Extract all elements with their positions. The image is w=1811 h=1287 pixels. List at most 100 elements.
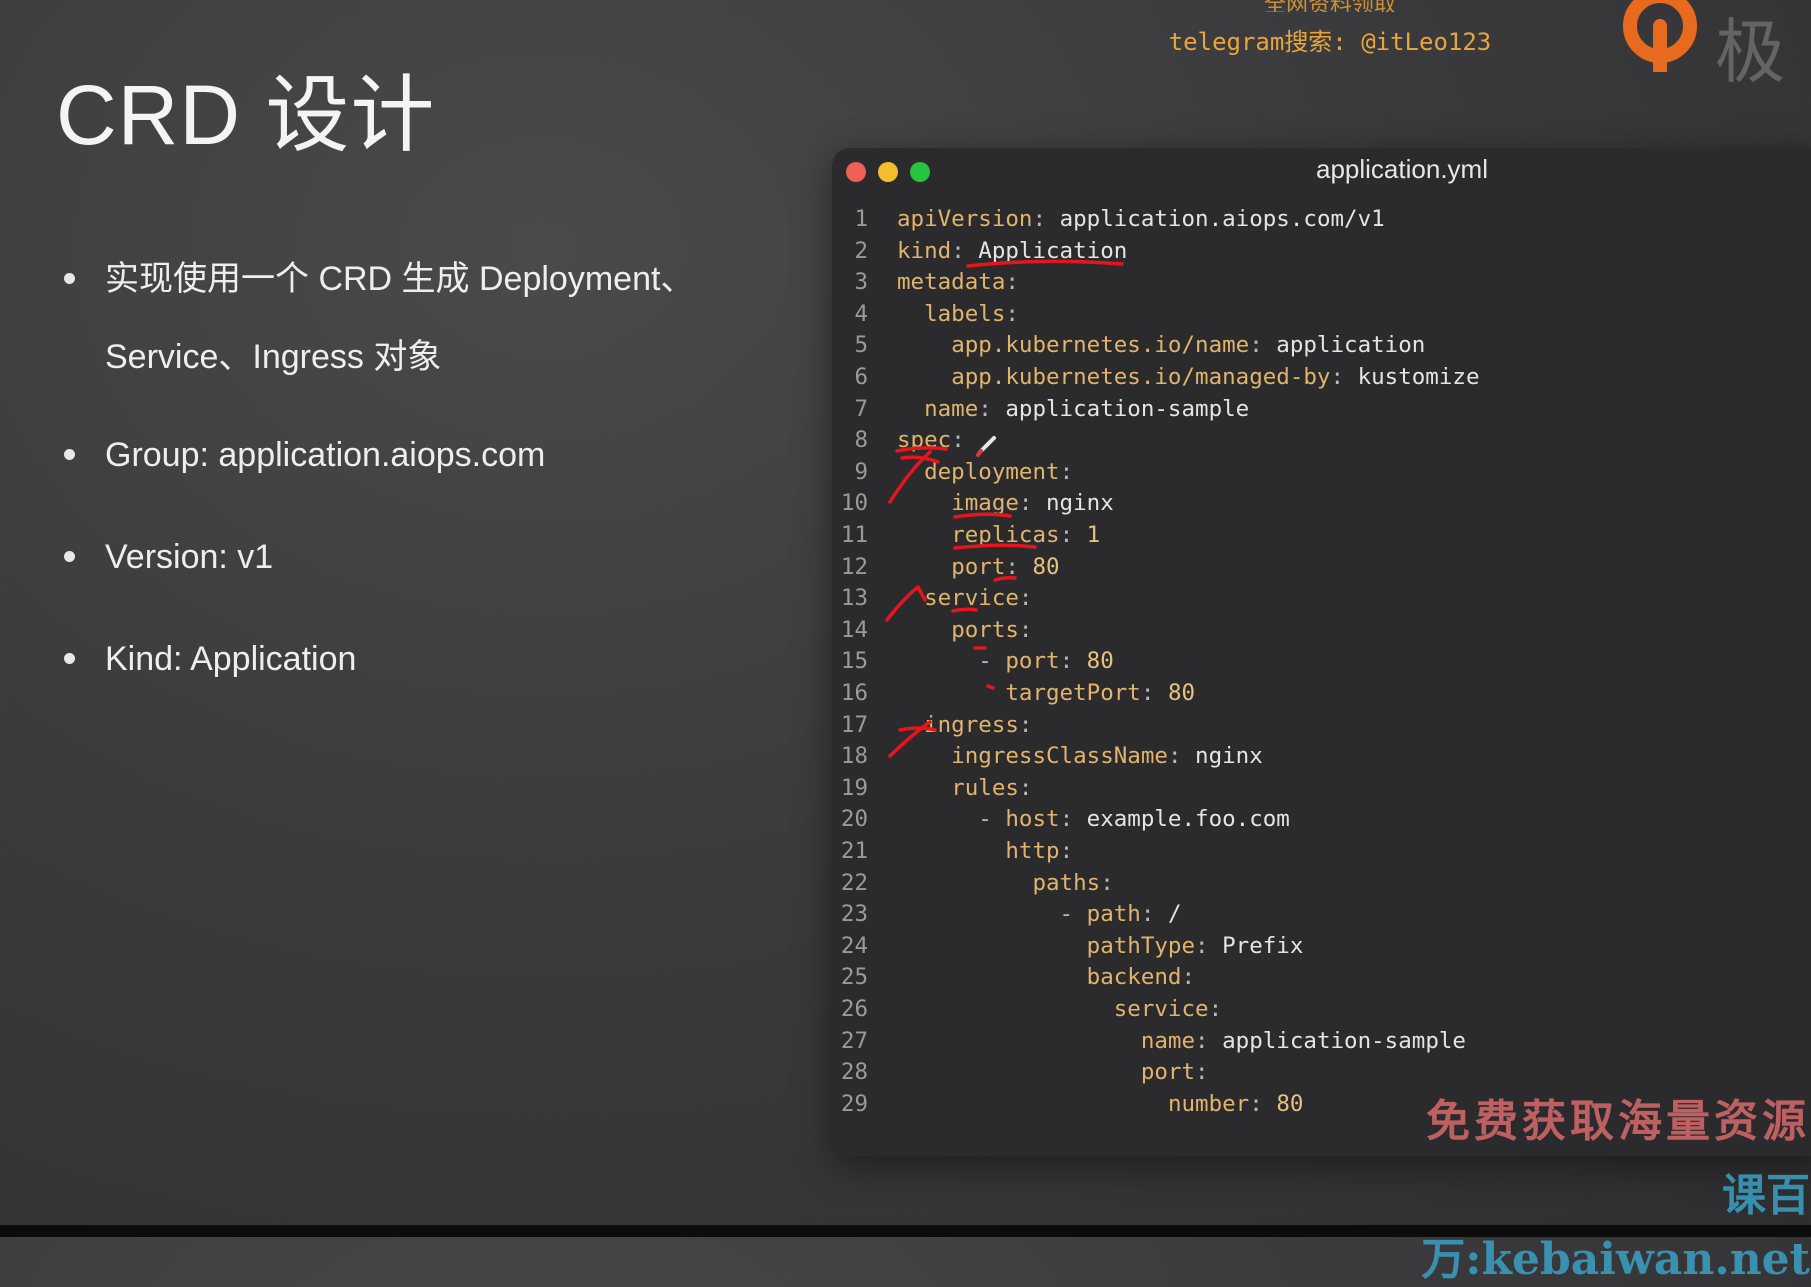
line-number: 2	[854, 237, 868, 264]
yaml-separator: :	[1005, 300, 1019, 327]
maximize-window-icon[interactable]	[910, 162, 930, 182]
bullet-item: Group: application.aiops.com	[64, 416, 725, 494]
yaml-value: application-sample	[1222, 1027, 1466, 1054]
line-number: 21	[840, 838, 868, 864]
code-text: replicas: 1	[897, 520, 1100, 551]
editor-titlebar: application.yml	[832, 148, 1811, 194]
yaml-key: ingressClassName	[951, 743, 1168, 770]
line-number: 19	[840, 774, 868, 801]
yaml-separator: :	[951, 427, 965, 454]
yaml-separator: :	[1059, 806, 1087, 833]
bullet-text: 实现使用一个 CRD 生成 Deployment、Service、Ingress…	[105, 260, 695, 376]
yaml-separator: :	[1018, 616, 1033, 643]
line-number: 29	[840, 1090, 868, 1117]
line-number: 23	[840, 901, 868, 928]
code-text: apiVersion: application.aiops.com/v1	[897, 204, 1385, 235]
line-number: 28	[840, 1059, 868, 1086]
indent: -	[897, 648, 1006, 675]
watermark-bottom-line-1: 免费获取海量资源	[1426, 1096, 1810, 1147]
code-text: targetPort: 80	[897, 678, 1195, 709]
yaml-separator: :	[1181, 964, 1196, 991]
yaml-separator: :	[1005, 553, 1033, 580]
code-text: service:	[897, 994, 1222, 1025]
code-text: app.kubernetes.io/name: application	[897, 330, 1425, 361]
indent: -	[897, 806, 1006, 833]
yaml-separator: :	[1018, 711, 1033, 738]
minimize-window-icon[interactable]	[878, 162, 898, 182]
yaml-separator: :	[1208, 996, 1223, 1022]
yaml-key: ingress	[924, 711, 1019, 738]
yaml-key: ports	[951, 616, 1019, 643]
line-number: 17	[840, 711, 868, 738]
line-number: 26	[840, 996, 868, 1022]
code-text: ports:	[897, 615, 1032, 646]
bullet-text: Group: application.aiops.com	[105, 436, 546, 474]
code-text: spec:	[897, 425, 965, 456]
line-number: 10	[840, 490, 868, 517]
code-text: name: application-sample	[897, 394, 1249, 425]
yaml-key: replicas	[951, 522, 1060, 548]
code-text: ingressClassName: nginx	[897, 741, 1263, 772]
code-text: metadata:	[897, 267, 1019, 298]
yaml-key: image	[951, 490, 1019, 517]
code-text: port:	[897, 1057, 1209, 1088]
bullet-dot-icon	[64, 551, 75, 562]
code-text: kind: Application	[897, 236, 1127, 267]
code-text: service:	[897, 583, 1032, 614]
code-text: backend:	[897, 962, 1195, 993]
yaml-separator: :	[1032, 206, 1060, 232]
yaml-key: apiVersion	[897, 206, 1033, 232]
line-number: 13	[840, 585, 868, 612]
yaml-value: 80	[1086, 648, 1114, 675]
yaml-key: name	[924, 395, 979, 422]
yaml-key: name	[1140, 1027, 1196, 1054]
close-window-icon[interactable]	[846, 162, 866, 182]
slide-title: CRD 设计	[56, 68, 436, 162]
yaml-separator: :	[1195, 1027, 1223, 1054]
yaml-separator: :	[1059, 648, 1087, 675]
watermark-line-2: telegram搜索: @itLeo123	[1168, 28, 1492, 56]
yaml-key: path	[1086, 901, 1141, 928]
code-text: rules:	[897, 773, 1032, 804]
yaml-key: deployment	[924, 458, 1060, 485]
yaml-key: app.kubernetes.io/managed-by	[951, 364, 1331, 390]
bullet-dot-icon	[64, 449, 75, 460]
bottom-watermark: 免费获取海量资源 课百万:kebaiwan.net	[1370, 1085, 1810, 1287]
yaml-key: host	[1005, 806, 1060, 833]
yaml-value: 80	[1276, 1090, 1304, 1117]
code-text: name: application-sample	[897, 1026, 1466, 1057]
code-text: number: 80	[897, 1089, 1303, 1120]
yaml-value: 80	[1167, 680, 1196, 706]
yaml-separator: :	[1249, 1090, 1277, 1117]
line-number: 8	[854, 427, 868, 454]
yaml-key: rules	[951, 774, 1019, 801]
code-text: deployment:	[897, 457, 1073, 488]
code-text: pathType: Prefix	[897, 931, 1304, 962]
code-text: labels:	[897, 299, 1019, 330]
yaml-separator: :	[1249, 332, 1277, 359]
line-number: 18	[840, 743, 868, 770]
yaml-value: example.foo.com	[1086, 806, 1290, 833]
line-number: 11	[840, 522, 868, 548]
yaml-key: number	[1167, 1090, 1250, 1117]
yaml-key: targetPort	[1005, 680, 1141, 706]
yaml-key: service	[1113, 996, 1209, 1022]
line-number: 7	[854, 395, 868, 422]
code-text: port: 80	[897, 552, 1059, 583]
bullet-item: Kind: Application	[64, 620, 725, 698]
yaml-separator: :	[1195, 932, 1223, 959]
bullet-item: Version: v1	[64, 518, 725, 596]
line-number: 5	[854, 332, 868, 359]
line-number: 9	[854, 458, 868, 485]
